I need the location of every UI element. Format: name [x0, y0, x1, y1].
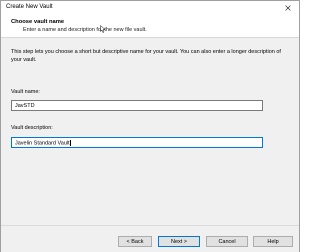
- cancel-button[interactable]: Cancel: [206, 236, 248, 247]
- vault-description-value: Javelin Standard Vault: [15, 140, 70, 147]
- next-button[interactable]: Next >: [158, 236, 200, 247]
- vault-name-input[interactable]: JavSTD: [11, 100, 263, 111]
- mouse-pointer-icon: [100, 25, 106, 33]
- title-bar[interactable]: Create New Vault: [1, 1, 299, 14]
- wizard-footer: < Back Next > Cancel Help: [1, 225, 299, 252]
- vault-name-label: Vault name:: [11, 89, 40, 95]
- close-button[interactable]: [277, 1, 299, 14]
- vault-name-value: JavSTD: [15, 103, 35, 109]
- create-new-vault-dialog: Create New Vault Choose vault name Enter…: [0, 0, 300, 252]
- text-caret: [70, 140, 71, 146]
- wizard-header: Choose vault name Enter a name and descr…: [1, 14, 299, 38]
- close-icon: [285, 4, 291, 11]
- vault-description-label: Vault description:: [11, 125, 53, 131]
- back-button[interactable]: < Back: [118, 236, 152, 247]
- step-description: This step lets you choose a short but de…: [11, 49, 281, 63]
- wizard-content: This step lets you choose a short but de…: [1, 39, 299, 225]
- vault-description-input[interactable]: Javelin Standard Vault: [11, 137, 263, 148]
- window-title: Create New Vault: [6, 4, 53, 10]
- help-button[interactable]: Help: [253, 236, 293, 247]
- header-title: Choose vault name: [11, 19, 65, 25]
- header-subtitle: Enter a name and description for the new…: [23, 27, 147, 33]
